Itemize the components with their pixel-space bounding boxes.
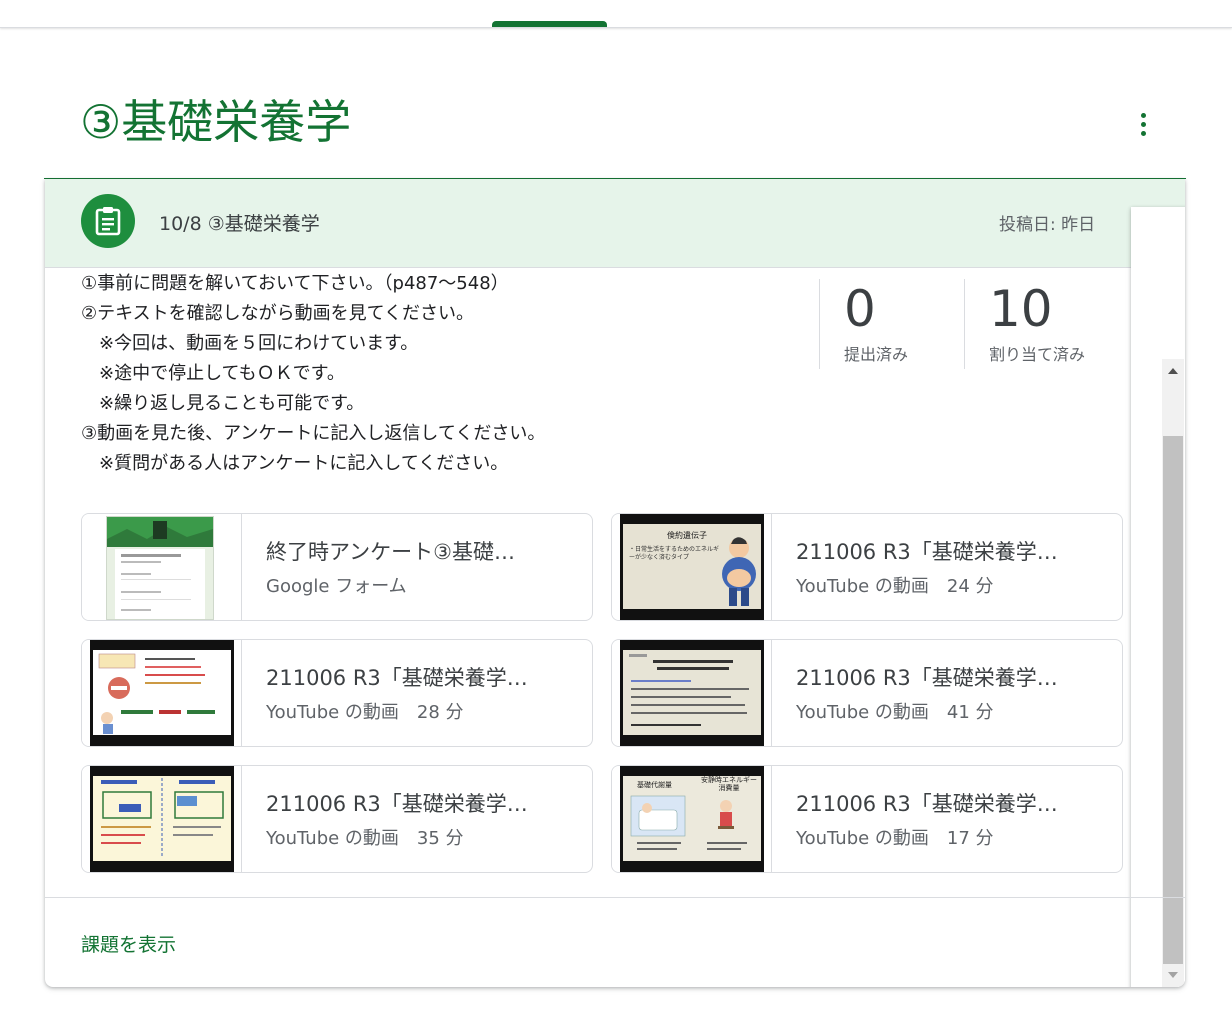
active-tab-indicator bbox=[492, 21, 607, 27]
stat-turned-in-count: 0 bbox=[844, 280, 876, 338]
attachment-title: 終了時アンケート③基礎… bbox=[266, 540, 515, 564]
instruction-line: ①事前に問題を解いておいて下さい。（p487～548） bbox=[81, 273, 509, 294]
top-app-bar bbox=[0, 0, 1232, 28]
attachment-video[interactable]: 基礎代謝量 安静時エネルギー消費量 211006 R3「基礎栄養学… YouTu… bbox=[611, 765, 1123, 873]
assignment-icon bbox=[81, 194, 135, 248]
attachment-video[interactable]: 211006 R3「基礎栄養学… YouTube の動画 41 分 bbox=[611, 639, 1123, 747]
attachment-subtitle: YouTube の動画 35 分 bbox=[266, 828, 464, 849]
assignment-card-header[interactable]: 10/8 ③基礎栄養学 投稿日: 昨日 bbox=[45, 179, 1185, 268]
stat-turned-in[interactable]: 0 提出済み bbox=[819, 279, 964, 369]
video-thumbnail: 基礎代謝量 安静時エネルギー消費量 bbox=[612, 766, 772, 872]
attachment-subtitle: YouTube の動画 24 分 bbox=[796, 576, 994, 597]
video-thumbnail bbox=[82, 766, 242, 872]
attachment-subtitle: YouTube の動画 41 分 bbox=[796, 702, 994, 723]
attachment-subtitle: YouTube の動画 17 分 bbox=[796, 828, 994, 849]
video-thumbnail bbox=[612, 640, 772, 746]
attachment-form[interactable]: 終了時アンケート③基礎… Google フォーム bbox=[81, 513, 593, 621]
thumb-right-label: 安静時エネルギー消費量 bbox=[701, 776, 757, 792]
topic-title: ③基礎栄養学 bbox=[80, 95, 352, 149]
assignment-title[interactable]: 10/8 ③基礎栄養学 bbox=[159, 209, 320, 236]
posted-date: 投稿日: 昨日 bbox=[999, 215, 1096, 235]
content-scrollbar[interactable] bbox=[1162, 359, 1184, 987]
attachment-video[interactable]: 211006 R3「基礎栄養学… YouTube の動画 35 分 bbox=[81, 765, 593, 873]
topic-more-options-icon[interactable] bbox=[1131, 109, 1155, 139]
attachment-video[interactable]: 倹約遺伝子 ・日常生活をするためのエネルギーが少なく済むタイプ 211006 R… bbox=[611, 513, 1123, 621]
form-preview-image bbox=[106, 516, 214, 620]
assignment-card: 10/8 ③基礎栄養学 投稿日: 昨日 ①事前に問題を解いておいて下さい。（p4… bbox=[45, 179, 1185, 987]
scroll-up-arrow-icon[interactable] bbox=[1168, 368, 1178, 374]
instruction-line: ※途中で停止してもＯＫです。 bbox=[81, 363, 345, 384]
attachment-subtitle: Google フォーム bbox=[266, 576, 407, 597]
stat-assigned[interactable]: 10 割り当て済み bbox=[964, 279, 1134, 369]
attachment-subtitle: YouTube の動画 28 分 bbox=[266, 702, 464, 723]
thumb-text: ・日常生活をするためのエネルギーが少なく済むタイプ bbox=[629, 546, 720, 561]
attachment-title: 211006 R3「基礎栄養学… bbox=[796, 666, 1058, 690]
submission-stats: 0 提出済み 10 割り当て済み bbox=[819, 279, 1134, 369]
instruction-line: ※質問がある人はアンケートに記入してください。 bbox=[81, 453, 509, 474]
attachment-title: 211006 R3「基礎栄養学… bbox=[266, 666, 528, 690]
assignment-body: ①事前に問題を解いておいて下さい。（p487～548） ②テキストを確認しながら… bbox=[45, 269, 1185, 987]
thumb-heading: 倹約遺伝子 bbox=[667, 531, 707, 540]
video-thumbnail: 倹約遺伝子 ・日常生活をするためのエネルギーが少なく済むタイプ bbox=[612, 514, 772, 620]
instruction-line: ②テキストを確認しながら動画を見てください。 bbox=[81, 303, 475, 324]
instruction-line: ※今回は、動画を５回にわけています。 bbox=[81, 333, 419, 354]
stat-assigned-count: 10 bbox=[989, 280, 1053, 338]
attachment-title: 211006 R3「基礎栄養学… bbox=[796, 540, 1058, 564]
attachment-title: 211006 R3「基礎栄養学… bbox=[266, 792, 528, 816]
attachment-video[interactable]: 211006 R3「基礎栄養学… YouTube の動画 28 分 bbox=[81, 639, 593, 747]
stat-turned-in-label: 提出済み bbox=[844, 345, 909, 364]
instruction-line: ③動画を見た後、アンケートに記入し返信してください。 bbox=[81, 423, 546, 444]
instructions-text: ①事前に問題を解いておいて下さい。（p487～548） ②テキストを確認しながら… bbox=[81, 269, 811, 479]
instruction-line: ※繰り返し見ることも可能です。 bbox=[81, 393, 365, 414]
attachment-title: 211006 R3「基礎栄養学… bbox=[796, 792, 1058, 816]
scrollbar-thumb[interactable] bbox=[1163, 436, 1183, 964]
form-thumbnail bbox=[82, 514, 242, 620]
video-thumbnail bbox=[82, 640, 242, 746]
stat-assigned-label: 割り当て済み bbox=[989, 345, 1086, 364]
thumb-left-label: 基礎代謝量 bbox=[637, 781, 672, 789]
view-assignment-link[interactable]: 課題を表示 bbox=[81, 930, 176, 957]
assignment-card-footer: 課題を表示 bbox=[45, 897, 1185, 987]
